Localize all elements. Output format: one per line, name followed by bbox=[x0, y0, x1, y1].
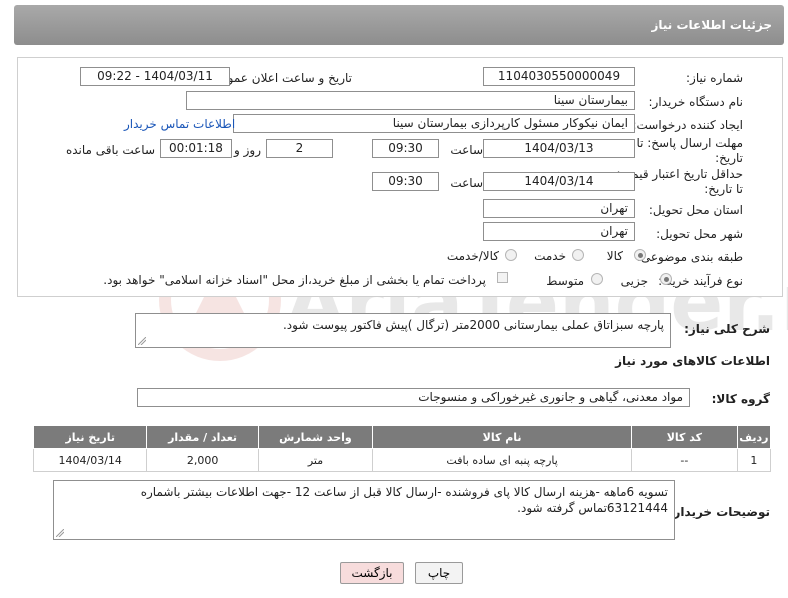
remaining-label: ساعت باقی مانده bbox=[65, 143, 155, 157]
goods-table-header: ردیف کد کالا نام کالا واحد شمارش تعداد /… bbox=[32, 425, 772, 449]
buyer-contact-link[interactable]: اطلاعات تماس خریدار bbox=[124, 117, 235, 131]
description-textarea[interactable]: پارچه سبزاتاق عملی بیمارستانی 2000متر (ت… bbox=[135, 313, 671, 348]
description-text: پارچه سبزاتاق عملی بیمارستانی 2000متر (ت… bbox=[282, 318, 664, 332]
price-valid-label-2: تا تاریخ: bbox=[704, 182, 743, 196]
cell-code: -- bbox=[631, 448, 738, 472]
price-valid-time-field: 09:30 bbox=[372, 172, 439, 191]
reply-deadline-label-2: تاریخ: bbox=[715, 151, 743, 165]
cell-name: پارچه پنبه ای ساده بافت bbox=[372, 448, 633, 472]
price-valid-date-field: 1404/03/14 bbox=[483, 172, 635, 191]
buyer-org-field: بیمارستان سینا bbox=[186, 91, 635, 110]
purchase-minor-radio[interactable] bbox=[660, 273, 672, 285]
buyer-notes-text: تسویه 6ماهه -هزینه ارسال کالا پای فروشند… bbox=[140, 485, 668, 515]
buyer-notes-textarea[interactable]: تسویه 6ماهه -هزینه ارسال کالا پای فروشند… bbox=[53, 480, 675, 540]
announce-datetime-field: 1404/03/11 - 09:22 bbox=[80, 67, 230, 86]
treasury-payment-checkbox[interactable] bbox=[497, 272, 508, 283]
goods-group-label: گروه کالا: bbox=[711, 392, 770, 406]
reply-deadline-label: مهلت ارسال پاسخ: تا bbox=[636, 136, 743, 150]
city-label: شهر محل تحویل: bbox=[656, 227, 743, 241]
goods-table: ردیف کد کالا نام کالا واحد شمارش تعداد /… bbox=[32, 425, 772, 472]
category-goods-service-radio[interactable] bbox=[505, 249, 517, 261]
province-label: استان محل تحویل: bbox=[648, 203, 743, 217]
city-field: تهران bbox=[483, 222, 635, 241]
category-goods-service-label: کالا/خدمت bbox=[446, 249, 499, 263]
col-code: کد کالا bbox=[631, 425, 738, 449]
col-date: تاریخ نیاز bbox=[32, 425, 148, 449]
requester-field: ایمان نیکوکار مسئول کارپردازی بیمارستان … bbox=[233, 114, 635, 133]
days-label: روز و bbox=[234, 143, 261, 157]
col-quantity: تعداد / مقدار bbox=[146, 425, 259, 449]
buyer-org-label: نام دستگاه خریدار: bbox=[648, 95, 744, 109]
reply-date-field: 1404/03/13 bbox=[483, 139, 635, 158]
reply-time-label: ساعت bbox=[450, 143, 483, 157]
print-button[interactable]: چاپ bbox=[415, 562, 463, 584]
category-service-radio[interactable] bbox=[572, 249, 584, 261]
remaining-time-field: 00:01:18 bbox=[160, 139, 232, 158]
page-header: جزئیات اطلاعات نیاز bbox=[14, 5, 784, 45]
purchase-minor-label: جزیی bbox=[620, 274, 648, 288]
back-button[interactable]: بازگشت bbox=[340, 562, 404, 584]
cell-date: 1404/03/14 bbox=[32, 448, 148, 472]
category-goods-label: کالا bbox=[606, 249, 623, 263]
cell-quantity: 2,000 bbox=[146, 448, 259, 472]
province-field: تهران bbox=[483, 199, 635, 218]
cell-unit: متر bbox=[257, 448, 374, 472]
requester-label: ایجاد کننده درخواست: bbox=[632, 118, 743, 132]
col-unit: واحد شمارش bbox=[257, 425, 374, 449]
resize-handle-icon[interactable] bbox=[56, 529, 64, 537]
goods-section-title: اطلاعات کالاهای مورد نیاز bbox=[615, 354, 770, 368]
treasury-payment-note: پرداخت تمام یا بخشی از مبلغ خرید،از محل … bbox=[103, 273, 486, 287]
buyer-notes-label: توضیحات خریدار: bbox=[668, 505, 770, 519]
description-label: شرح کلی نیاز: bbox=[684, 322, 770, 336]
need-number-field: 1104030550000049 bbox=[483, 67, 635, 86]
table-row: 1 -- پارچه پنبه ای ساده بافت متر 2,000 1… bbox=[32, 448, 772, 472]
days-remaining-field: 2 bbox=[266, 139, 333, 158]
col-row: ردیف bbox=[736, 425, 772, 449]
reply-time-field: 09:30 bbox=[372, 139, 439, 158]
price-valid-label: حداقل تاریخ اعتبار قیمت: bbox=[616, 167, 743, 181]
goods-group-field: مواد معدنی، گیاهی و جانوری غیرخوراکی و م… bbox=[137, 388, 690, 407]
category-label: طبقه بندی موضوعی: bbox=[636, 250, 743, 264]
purchase-medium-label: متوسط bbox=[546, 274, 584, 288]
col-name: نام کالا bbox=[372, 425, 633, 449]
resize-handle-icon[interactable] bbox=[138, 337, 146, 345]
cell-row: 1 bbox=[736, 448, 772, 472]
category-goods-radio[interactable] bbox=[634, 249, 646, 261]
category-service-label: خدمت bbox=[534, 249, 566, 263]
need-number-label: شماره نیاز: bbox=[686, 71, 743, 85]
price-valid-time-label: ساعت bbox=[450, 176, 483, 190]
page-title: جزئیات اطلاعات نیاز bbox=[651, 18, 772, 32]
purchase-medium-radio[interactable] bbox=[591, 273, 603, 285]
